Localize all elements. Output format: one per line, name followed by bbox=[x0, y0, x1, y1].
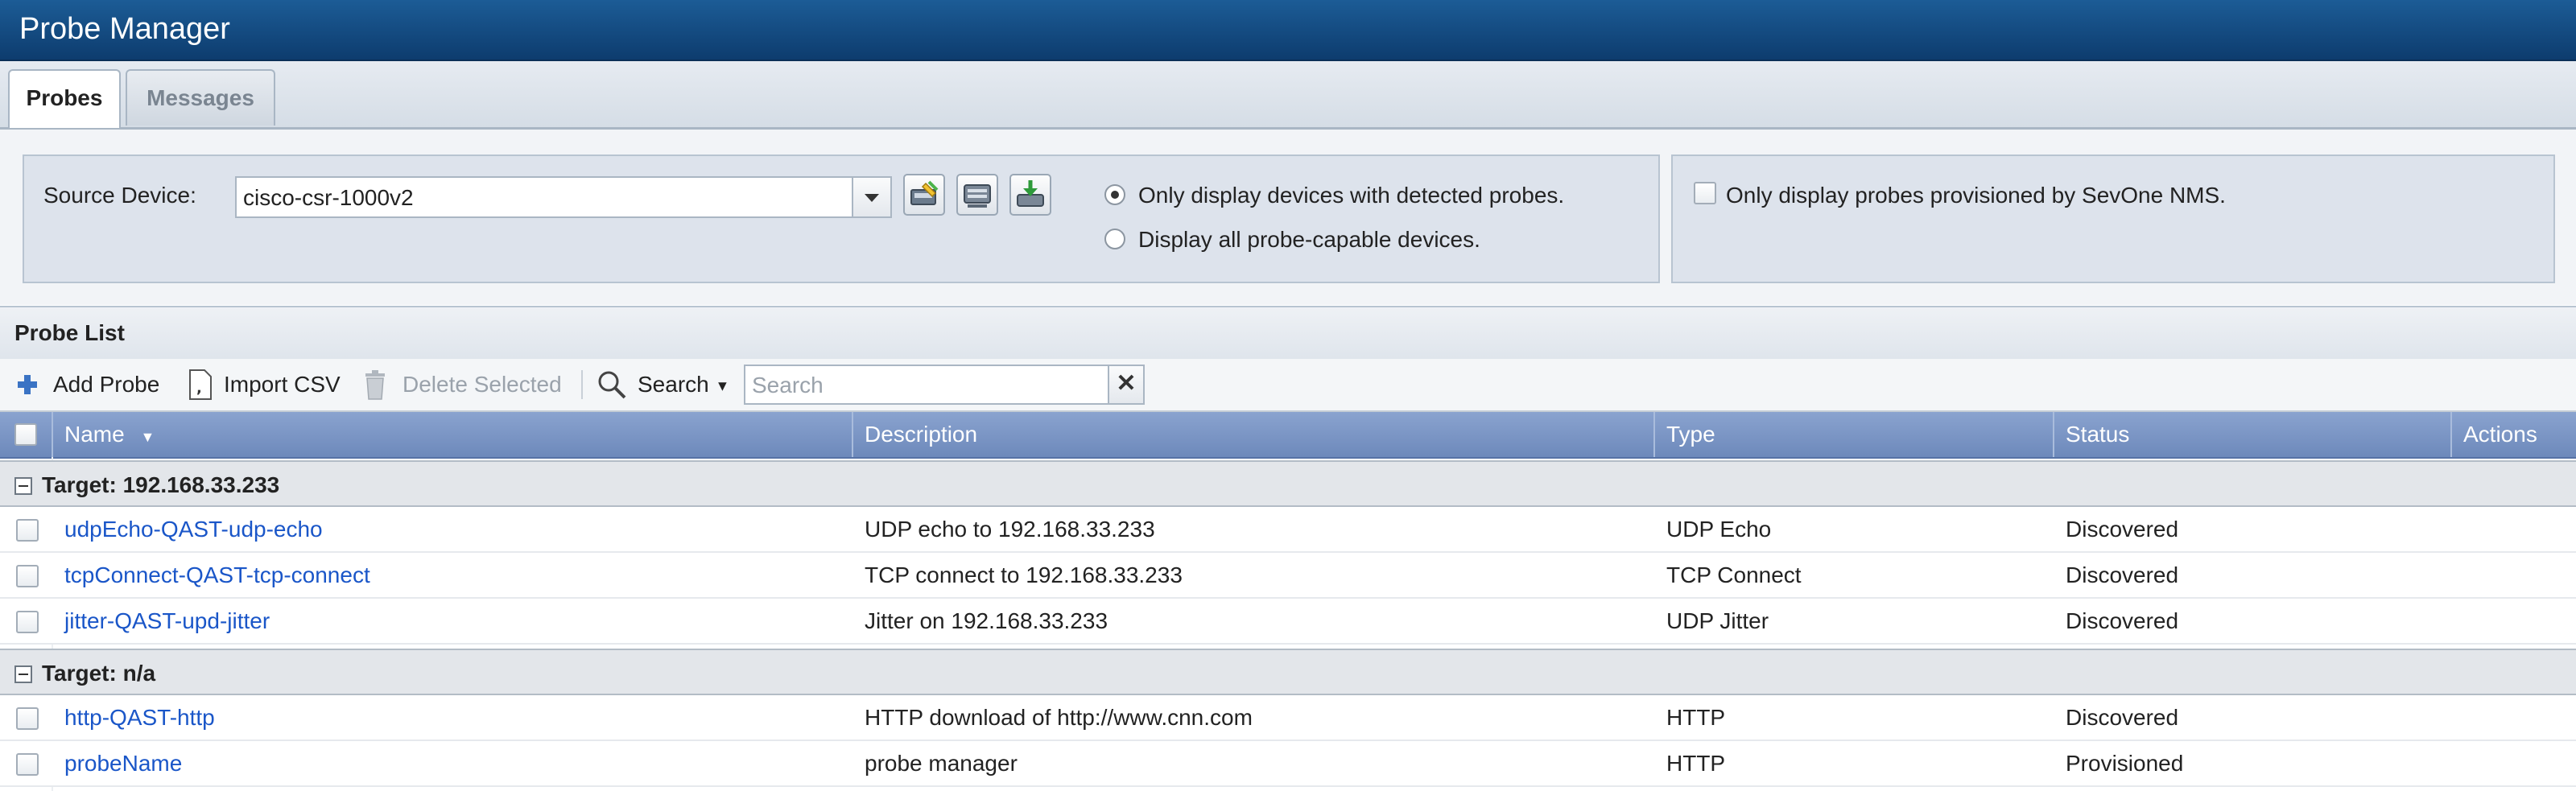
import-csv-button[interactable]: Import CSV bbox=[224, 371, 341, 398]
radio-all-devices[interactable] bbox=[1104, 229, 1125, 249]
row-checkbox[interactable] bbox=[16, 611, 39, 633]
probe-type: UDP Echo bbox=[1666, 517, 1772, 542]
row-checkbox[interactable] bbox=[16, 753, 39, 776]
caret-down-icon: ▼ bbox=[715, 377, 730, 394]
download-device-button[interactable] bbox=[1009, 174, 1051, 216]
search-placeholder: Search bbox=[752, 373, 824, 398]
tab-strip: Probes Messages bbox=[0, 61, 2576, 130]
probe-type: HTTP bbox=[1666, 751, 1726, 776]
probe-name-link[interactable]: probeName bbox=[64, 750, 182, 777]
column-header-status[interactable]: Status bbox=[2053, 412, 2450, 457]
table-row[interactable]: tcpConnect-QAST-tcp-connect TCP connect … bbox=[0, 553, 2576, 599]
probe-name-link[interactable]: tcpConnect-QAST-tcp-connect bbox=[64, 562, 370, 589]
select-all-checkbox[interactable] bbox=[14, 423, 37, 446]
sort-descending-icon: ▼ bbox=[140, 429, 155, 445]
row-checkbox[interactable] bbox=[16, 707, 39, 730]
probe-description: HTTP download of http://www.cnn.com bbox=[865, 705, 1253, 730]
source-device-value: cisco-csr-1000v2 bbox=[243, 185, 414, 210]
svg-text:,: , bbox=[196, 380, 202, 397]
probe-name-link[interactable]: udpEcho-QAST-udp-echo bbox=[64, 516, 323, 543]
probe-list-title: Probe List bbox=[14, 320, 125, 345]
search-input[interactable]: Search bbox=[744, 365, 1109, 405]
probe-status: Discovered bbox=[2066, 517, 2179, 542]
source-device-select[interactable]: cisco-csr-1000v2 bbox=[235, 176, 892, 218]
column-header-actions: Actions bbox=[2450, 412, 2576, 457]
collapse-icon[interactable] bbox=[14, 665, 32, 683]
probe-status: Discovered bbox=[2066, 705, 2179, 730]
table-row[interactable]: http-QAST-http HTTP download of http://w… bbox=[0, 695, 2576, 741]
search-dropdown-button[interactable]: Search ▼ bbox=[638, 371, 729, 400]
column-header-name[interactable]: Name ▼ bbox=[52, 412, 852, 457]
app-title: Probe Manager bbox=[19, 12, 230, 46]
search-button-label: Search bbox=[638, 372, 709, 397]
probe-name-link[interactable]: jitter-QAST-upd-jitter bbox=[64, 608, 270, 635]
row-checkbox[interactable] bbox=[16, 519, 39, 542]
column-header-type[interactable]: Type bbox=[1653, 412, 2053, 457]
tab-probes[interactable]: Probes bbox=[8, 69, 121, 128]
probe-type: HTTP bbox=[1666, 705, 1726, 730]
chevron-down-icon[interactable] bbox=[852, 178, 890, 216]
download-device-icon bbox=[1017, 180, 1044, 207]
probe-description: Jitter on 192.168.33.233 bbox=[865, 608, 1108, 633]
group-row[interactable]: Target: 192.168.33.233 bbox=[0, 460, 2576, 507]
radio-detected-probes[interactable] bbox=[1104, 184, 1125, 205]
plus-icon bbox=[18, 375, 37, 394]
table-row[interactable]: probeName probe manager HTTP Provisioned bbox=[0, 741, 2576, 787]
app-titlebar: Probe Manager bbox=[0, 0, 2576, 61]
probe-type: TCP Connect bbox=[1666, 562, 1802, 587]
device-settings-icon bbox=[964, 184, 991, 208]
tab-messages[interactable]: Messages bbox=[126, 69, 275, 126]
sevone-checkbox-label: Only display probes provisioned by SevOn… bbox=[1726, 183, 2226, 208]
collapse-icon[interactable] bbox=[14, 477, 32, 495]
probe-type: UDP Jitter bbox=[1666, 608, 1769, 633]
grid-header: Name ▼ Description Type Status Actions bbox=[0, 412, 2576, 459]
csv-file-icon: , bbox=[189, 369, 212, 400]
row-checkbox[interactable] bbox=[16, 565, 39, 587]
edit-device-button[interactable] bbox=[903, 174, 945, 216]
radio-detected-label: Only display devices with detected probe… bbox=[1138, 183, 1565, 208]
device-settings-button[interactable] bbox=[956, 174, 998, 216]
probe-status: Provisioned bbox=[2066, 751, 2184, 776]
table-row[interactable]: jitter-QAST-upd-jitter Jitter on 192.168… bbox=[0, 599, 2576, 645]
group-title: Target: 192.168.33.233 bbox=[42, 472, 280, 497]
probe-list-header: Probe List bbox=[0, 306, 2576, 360]
source-device-label: Source Device: bbox=[43, 183, 196, 208]
group-title: Target: n/a bbox=[42, 661, 156, 686]
delete-selected-button[interactable]: Delete Selected bbox=[402, 371, 562, 398]
edit-device-icon bbox=[910, 180, 939, 205]
probe-toolbar: Add Probe , Import CSV Delete Selected S… bbox=[0, 359, 2576, 412]
sevone-checkbox[interactable] bbox=[1694, 182, 1716, 204]
select-all-cell bbox=[0, 412, 52, 457]
probe-status: Discovered bbox=[2066, 562, 2179, 587]
table-row[interactable]: udpEcho-QAST-udp-echo UDP echo to 192.16… bbox=[0, 507, 2576, 553]
column-name-label: Name bbox=[64, 422, 125, 447]
source-device-panel bbox=[23, 154, 1660, 283]
search-icon bbox=[598, 371, 626, 399]
trash-icon bbox=[365, 370, 385, 400]
toolbar-divider bbox=[581, 370, 583, 399]
sevone-filter-panel bbox=[1671, 154, 2555, 283]
probe-name-link[interactable]: http-QAST-http bbox=[64, 704, 215, 731]
probe-status: Discovered bbox=[2066, 608, 2179, 633]
radio-all-label: Display all probe-capable devices. bbox=[1138, 227, 1480, 252]
add-probe-button[interactable]: Add Probe bbox=[53, 371, 159, 398]
column-header-description[interactable]: Description bbox=[852, 412, 1653, 457]
probe-description: TCP connect to 192.168.33.233 bbox=[865, 562, 1183, 587]
clear-search-button[interactable]: ✕ bbox=[1108, 365, 1145, 405]
probe-description: UDP echo to 192.168.33.233 bbox=[865, 517, 1155, 542]
group-row[interactable]: Target: n/a bbox=[0, 649, 2576, 695]
probe-description: probe manager bbox=[865, 751, 1018, 776]
